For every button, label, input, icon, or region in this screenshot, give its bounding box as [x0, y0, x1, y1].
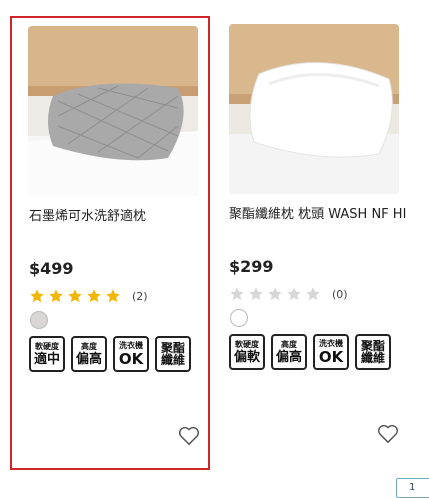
product-image[interactable] [28, 26, 198, 196]
height-badge: 高度 偏高 [271, 334, 307, 370]
star-filled-icon [87, 289, 101, 303]
heart-icon[interactable] [377, 424, 399, 444]
washable-badge: 洗衣機 OK [313, 334, 349, 370]
product-title[interactable]: 聚酯纖維枕 枕頭 WASH NF HI [229, 204, 409, 225]
rating: (2) [29, 288, 148, 304]
star-filled-icon [106, 289, 120, 303]
color-swatch[interactable] [30, 311, 48, 329]
star-empty-icon [249, 287, 263, 301]
product-card-1[interactable]: 石墨烯可水洗舒適枕 $499 (2) 軟硬度 適中 高度 偏高 洗衣機 OK 聚酯 纖維 [10, 16, 210, 470]
material-badge: 聚酯 纖維 [155, 336, 191, 372]
pagination-button[interactable]: 1 [396, 478, 429, 498]
product-image[interactable] [229, 24, 399, 194]
star-filled-icon [30, 289, 44, 303]
feature-badges: 軟硬度 偏軟 高度 偏高 洗衣機 OK 聚酯 纖維 [229, 334, 397, 370]
product-card-2[interactable]: 聚酯纖維枕 枕頭 WASH NF HI $299 (0) 軟硬度 偏軟 高度 偏高 … [210, 16, 410, 470]
star-filled-icon [68, 289, 82, 303]
firmness-badge: 軟硬度 適中 [29, 336, 65, 372]
product-price: $499 [29, 259, 74, 278]
star-empty-icon [230, 287, 244, 301]
rating: (0) [229, 286, 348, 302]
star-empty-icon [306, 287, 320, 301]
feature-badges: 軟硬度 適中 高度 偏高 洗衣機 OK 聚酯 纖維 [29, 336, 197, 372]
heart-icon[interactable] [178, 426, 200, 446]
review-count: (0) [332, 287, 348, 301]
gray-quilted-pillow-image [28, 26, 198, 196]
star-empty-icon [268, 287, 282, 301]
washable-badge: 洗衣機 OK [113, 336, 149, 372]
color-swatch[interactable] [230, 309, 248, 327]
firmness-badge: 軟硬度 偏軟 [229, 334, 265, 370]
material-badge: 聚酯 纖維 [355, 334, 391, 370]
star-filled-icon [49, 289, 63, 303]
review-count: (2) [132, 289, 148, 303]
white-pillow-image [229, 24, 399, 194]
star-empty-icon [287, 287, 301, 301]
product-price: $299 [229, 257, 274, 276]
height-badge: 高度 偏高 [71, 336, 107, 372]
product-title[interactable]: 石墨烯可水洗舒適枕 [29, 206, 209, 227]
